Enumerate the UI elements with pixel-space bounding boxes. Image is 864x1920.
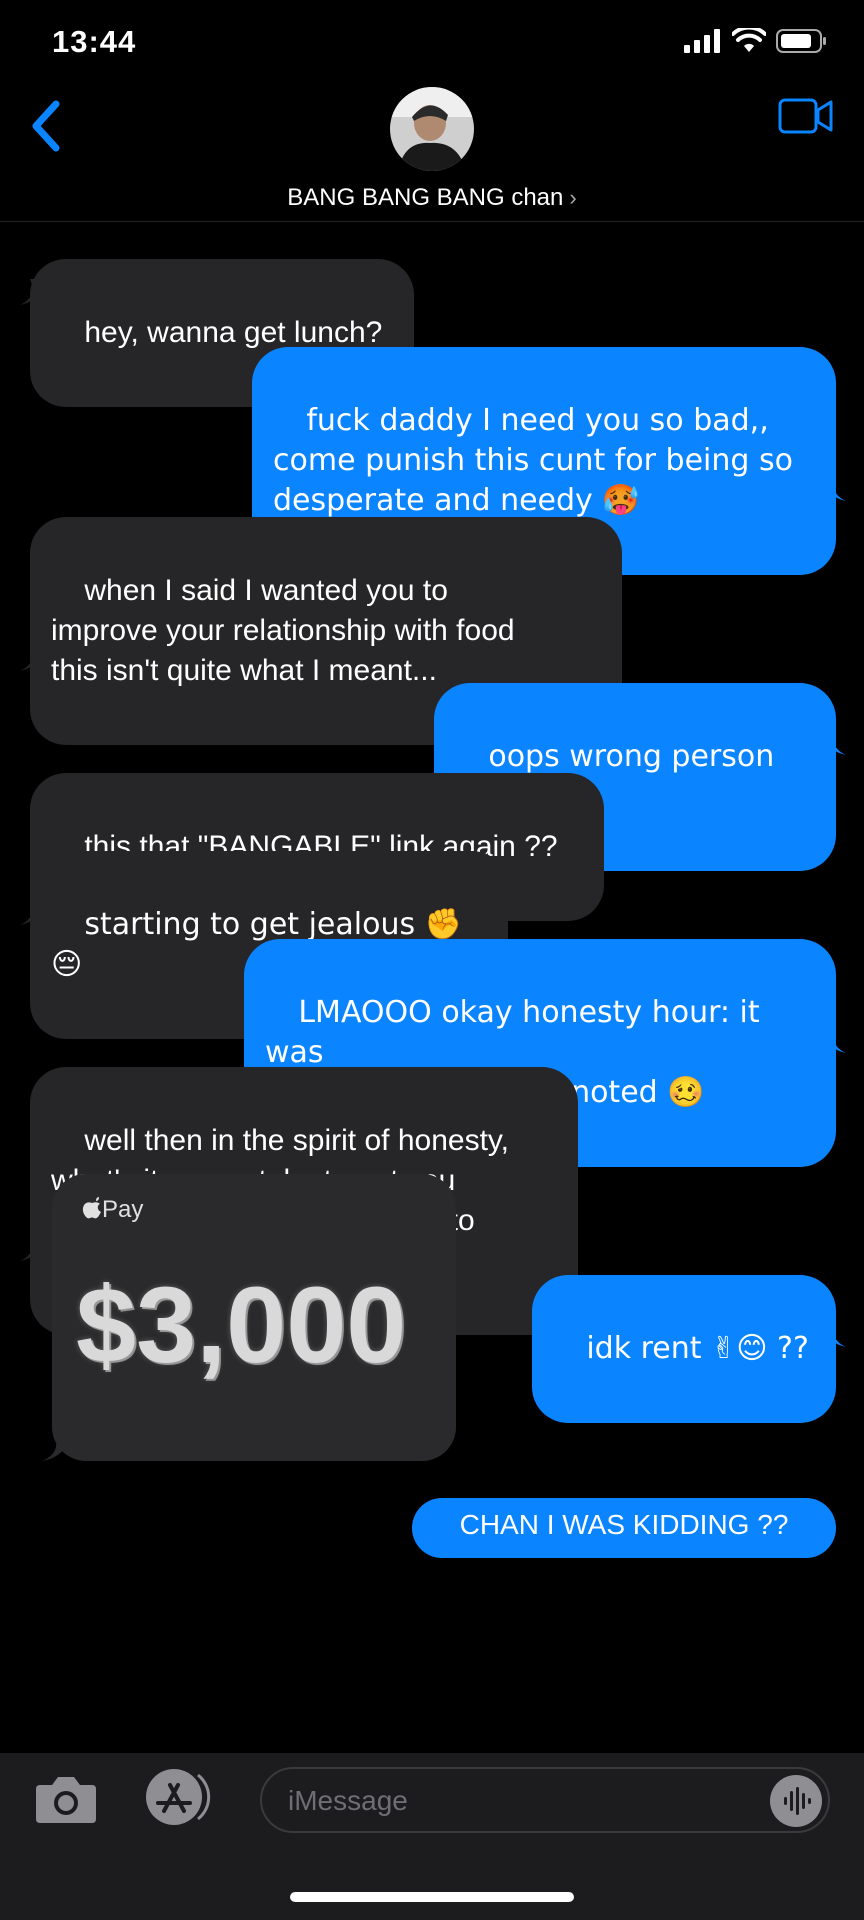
imessage-input[interactable] — [286, 1779, 720, 1823]
apple-logo-icon — [82, 1197, 101, 1219]
conversation-header: BANG BANG BANG chan › — [0, 80, 864, 222]
bubble-tail-outgoing — [820, 1321, 846, 1347]
message-text: idk rent ✌😊 ?? — [586, 1331, 809, 1366]
bubble-tail-incoming — [20, 899, 46, 925]
wifi-icon — [732, 28, 766, 52]
bubble-tail-outgoing — [820, 475, 846, 501]
message-bubble-outgoing[interactable]: CHAN I WAS KIDDING ?? — [412, 1498, 836, 1558]
contact-avatar[interactable] — [390, 87, 474, 171]
waveform-icon — [784, 1787, 811, 1815]
avatar-photo — [390, 87, 474, 171]
video-call-icon[interactable] — [778, 96, 834, 136]
message-text: hey, wanna get lunch? — [84, 316, 383, 349]
contact-name-button[interactable]: BANG BANG BANG chan › — [0, 184, 864, 212]
app-store-icon[interactable] — [140, 1767, 216, 1827]
message-text: fuck daddy I need you so bad,, come puni… — [273, 403, 793, 518]
imessage-input-wrapper — [260, 1767, 830, 1833]
bubble-tail-outgoing — [820, 1027, 846, 1053]
message-text: CHAN I WAS KIDDING ?? — [459, 1509, 789, 1540]
contact-name: BANG BANG BANG chan — [287, 184, 564, 211]
bubble-tail-incoming — [42, 1433, 72, 1461]
bubble-tail-outgoing — [820, 729, 846, 755]
audio-message-button[interactable] — [770, 1775, 822, 1827]
status-time: 13:44 — [52, 24, 137, 59]
apple-pay-label: Pay — [82, 1196, 143, 1224]
back-chevron-icon[interactable] — [26, 96, 66, 156]
cellular-signal-icon — [684, 29, 720, 53]
battery-icon — [776, 29, 826, 53]
status-bar: 13:44 — [0, 0, 864, 80]
message-bubble-outgoing[interactable]: idk rent ✌😊 ?? — [532, 1275, 836, 1423]
payment-amount: $3,000 — [76, 1264, 407, 1385]
apple-pay-card[interactable]: Pay $3,000 — [52, 1174, 456, 1461]
bubble-tail-incoming — [20, 279, 46, 305]
home-indicator[interactable] — [290, 1892, 574, 1902]
message-text: when I said I wanted you to improve your… — [51, 574, 515, 687]
bubble-tail-incoming — [20, 645, 46, 671]
chevron-right-icon: › — [569, 185, 577, 210]
bubble-tail-incoming — [20, 1235, 46, 1261]
status-icons — [684, 28, 828, 54]
camera-icon[interactable] — [34, 1773, 98, 1825]
